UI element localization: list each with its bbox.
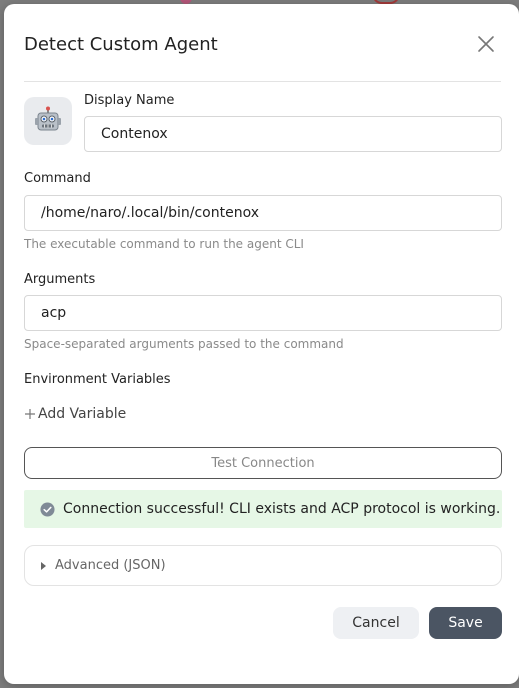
- command-label: Command: [24, 171, 91, 186]
- close-button[interactable]: [474, 32, 498, 56]
- close-icon: [478, 36, 494, 52]
- test-connection-button[interactable]: Test Connection: [24, 447, 502, 479]
- add-variable-button[interactable]: Add Variable: [24, 406, 126, 422]
- arguments-hint: Space-separated arguments passed to the …: [24, 337, 344, 351]
- detect-agent-dialog: Detect Custom Agent Display Name Command…: [4, 4, 519, 684]
- advanced-json-toggle[interactable]: Advanced (JSON): [24, 545, 502, 586]
- header-divider: [24, 81, 501, 82]
- agent-avatar: [24, 97, 72, 145]
- robot-icon: [35, 106, 61, 131]
- command-input[interactable]: [24, 195, 502, 231]
- check-circle-icon: [40, 501, 55, 517]
- command-hint: The executable command to run the agent …: [24, 237, 304, 251]
- env-variables-label: Environment Variables: [24, 372, 171, 387]
- arguments-label: Arguments: [24, 272, 96, 287]
- add-variable-label: Add Variable: [38, 406, 127, 422]
- display-name-label: Display Name: [84, 93, 175, 108]
- display-name-input[interactable]: [84, 116, 502, 152]
- connection-result-text: Connection successful! CLI exists and AC…: [63, 501, 501, 517]
- cancel-button[interactable]: Cancel: [333, 607, 419, 639]
- caret-right-icon: [41, 561, 46, 570]
- plus-icon: [25, 409, 35, 419]
- connection-success-banner: Connection successful! CLI exists and AC…: [24, 490, 502, 528]
- save-button[interactable]: Save: [429, 607, 502, 639]
- arguments-input[interactable]: [24, 295, 502, 331]
- dialog-title: Detect Custom Agent: [24, 34, 218, 55]
- advanced-json-label: Advanced (JSON): [55, 558, 166, 573]
